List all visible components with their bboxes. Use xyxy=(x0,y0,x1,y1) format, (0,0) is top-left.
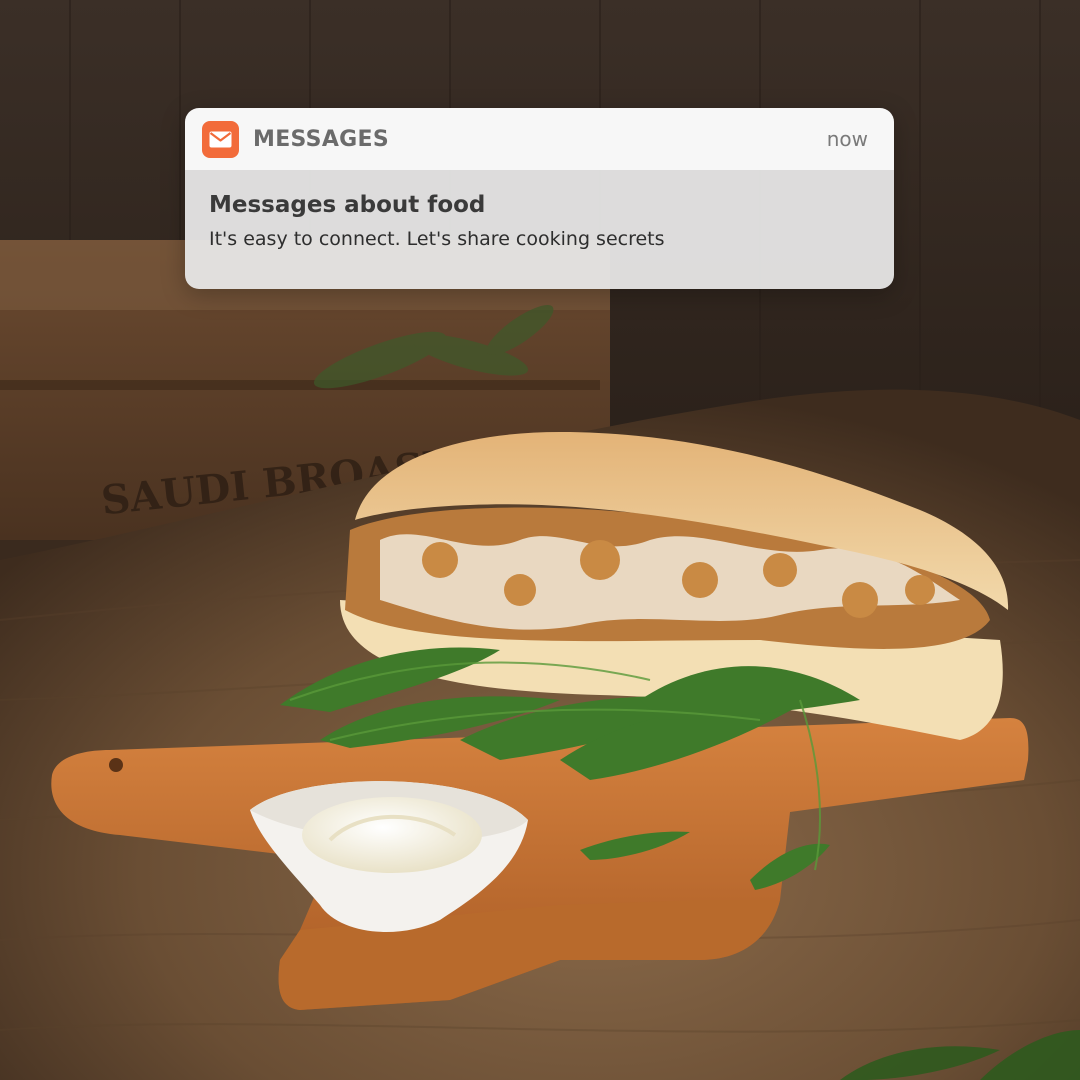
app-name: MESSAGES xyxy=(253,126,389,152)
notification-body: Messages about food It's easy to connect… xyxy=(185,170,894,289)
message-notification[interactable]: MESSAGES now Messages about food It's ea… xyxy=(185,108,894,289)
notification-text: It's easy to connect. Let's share cookin… xyxy=(209,228,665,250)
notification-time: now xyxy=(826,127,868,151)
envelope-icon xyxy=(202,120,239,158)
notification-header: MESSAGES now xyxy=(185,108,894,170)
notification-title: Messages about food xyxy=(209,192,486,218)
screen: SAUDI BROASTED MESSAGES now Messages abo… xyxy=(0,0,1080,1080)
